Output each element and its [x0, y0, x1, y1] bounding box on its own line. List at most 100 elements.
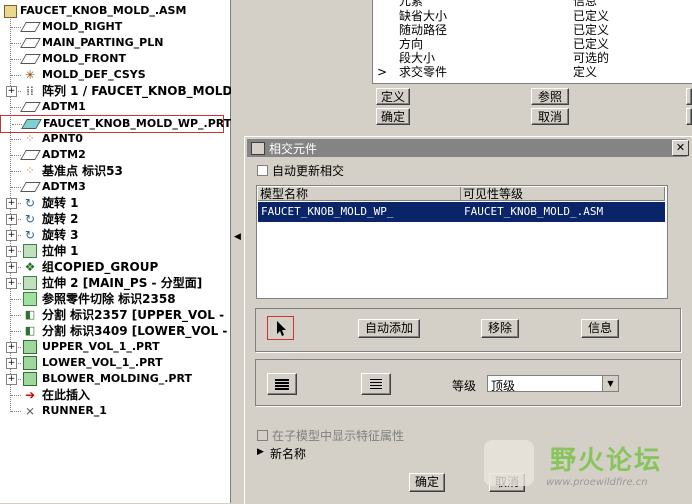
list-item[interactable]: FAUCET_KNOB_MOLD_WP_ FAUCET_KNOB_MOLD_.A… — [258, 202, 665, 222]
expand-triangle-icon[interactable]: ▶ — [257, 447, 264, 457]
ok-button[interactable]: 确定 — [409, 473, 445, 492]
tree-item[interactable]: 参照零件切除 标识2358 — [0, 291, 229, 307]
tree-item-label: ADTM1 — [42, 100, 86, 113]
new-name-label[interactable]: 新名称 — [270, 445, 306, 462]
part-icon — [22, 356, 38, 370]
tree-item[interactable]: + ↻ 旋转 3 — [0, 227, 229, 243]
expand-toggle-icon[interactable]: + — [6, 86, 17, 97]
tree-item[interactable]: ➔ 在此插入 — [0, 387, 229, 403]
expand-all-button[interactable] — [267, 373, 297, 395]
row-info: 已定义 — [573, 23, 610, 37]
tree-branch-line — [12, 124, 22, 125]
tree-item[interactable]: ◧ 分割 标识2357 [UPPER_VOL - — [0, 307, 229, 323]
tree-item[interactable]: + ❖ 组COPIED_GROUP — [0, 259, 229, 275]
ok-button-top[interactable]: 确定 — [376, 108, 410, 125]
column-model-name[interactable]: 模型名称 — [258, 187, 461, 201]
tree-item[interactable]: ◧ 分割 标识3409 [LOWER_VOL - — [0, 323, 229, 339]
expand-toggle-icon[interactable]: + — [6, 198, 17, 209]
expand-toggle-icon[interactable]: + — [6, 358, 17, 369]
tree-item[interactable]: ADTM1 — [0, 99, 229, 115]
tree-branch-line — [11, 171, 21, 172]
tree-item[interactable]: FAUCET_KNOB_MOLD_.ASM — [0, 3, 229, 19]
model-tree[interactable]: FAUCET_KNOB_MOLD_.ASM MOLD_RIGHT MAIN_PART… — [0, 0, 243, 503]
column-visibility-level[interactable]: 可见性等级 — [461, 187, 665, 201]
tree-branch-line — [11, 299, 21, 300]
tree-item[interactable]: + BLOWER_MOLDING_.PRT — [0, 371, 229, 387]
expand-toggle-icon[interactable]: + — [6, 262, 17, 273]
panel-splitter[interactable]: ◀ — [231, 0, 242, 503]
tree-item-label: ADTM2 — [42, 148, 86, 161]
show-props-checkbox — [257, 430, 268, 441]
tree-item[interactable]: + 拉伸 2 [MAIN_PS - 分型面] — [0, 275, 229, 291]
info-button[interactable]: 信息 — [581, 319, 619, 338]
tree-item[interactable]: + ↻ 旋转 1 — [0, 195, 229, 211]
tree-item[interactable]: MOLD_FRONT — [0, 51, 229, 67]
tree-item[interactable]: + ↻ 旋转 2 — [0, 211, 229, 227]
tree-branch-line — [11, 75, 21, 76]
revolve-icon: ↻ — [24, 228, 36, 242]
part-icon — [22, 340, 38, 354]
define-button[interactable]: 定义 — [376, 88, 410, 105]
expand-toggle-icon[interactable]: + — [6, 342, 17, 353]
component-list[interactable]: 模型名称 可见性等级 FAUCET_KNOB_MOLD_WP_ FAUCET_K… — [256, 185, 668, 299]
datum-plane-icon — [19, 148, 41, 162]
tree-item[interactable]: + 拉伸 1 — [0, 243, 229, 259]
group-icon: ❖ — [24, 260, 36, 274]
tree-item[interactable]: ADTM3 — [0, 179, 229, 195]
tree-item-label: 分割 标识3409 [LOWER_VOL - — [42, 324, 228, 338]
forum-watermark: 野火论坛 www.proewildfire.cn — [480, 436, 686, 496]
dropdown-arrow-icon[interactable]: ▼ — [602, 376, 618, 391]
expand-toggle-icon[interactable]: + — [6, 230, 17, 241]
tree-branch-line — [11, 27, 21, 28]
revolve-icon: ↻ — [24, 196, 36, 210]
assembly-icon — [2, 4, 18, 18]
insert-here-icon: ➔ — [24, 388, 36, 402]
dialog-title: 相交元件 — [269, 142, 318, 156]
collapse-arrow-icon[interactable]: ◀ — [234, 232, 241, 242]
tree-item[interactable]: ⨯ RUNNER_1 — [0, 403, 229, 419]
tree-item-label: 旋转 2 — [42, 212, 79, 226]
expand-toggle-icon[interactable]: + — [6, 246, 17, 257]
tree-item[interactable]: MAIN_PARTING_PLN — [0, 35, 229, 51]
tree-item-label: 阵列 1 / FAUCET_KNOB_MOLD_I — [42, 84, 243, 98]
datum-plane-icon — [19, 20, 41, 34]
collapse-all-button[interactable] — [361, 373, 391, 395]
tree-item-label: 旋转 1 — [42, 196, 79, 210]
tree-item-label: 拉伸 2 [MAIN_PS - 分型面] — [42, 276, 203, 290]
tree-item[interactable]: + ⁞⁞ 阵列 1 / FAUCET_KNOB_MOLD_I — [0, 83, 243, 99]
reference-button[interactable]: 参照 — [531, 88, 569, 105]
clipped-button[interactable] — [686, 108, 692, 125]
tree-item[interactable]: + LOWER_VOL_1_.PRT — [0, 355, 229, 371]
expand-toggle-icon[interactable]: + — [6, 278, 17, 289]
header-element: 元素 — [399, 0, 424, 8]
tree-branch-line — [11, 139, 21, 140]
select-cursor-button[interactable] — [267, 316, 294, 340]
row-name: 随动路径 — [399, 23, 448, 37]
level-select[interactable]: 顶级 ▼ — [487, 375, 619, 393]
tree-item[interactable]: MOLD_RIGHT — [0, 19, 229, 35]
datum-plane-icon — [19, 52, 41, 66]
row-info: 可选的 — [573, 51, 610, 65]
tree-branch-line — [11, 187, 21, 188]
row-info: 定义 — [573, 65, 598, 79]
remove-button[interactable]: 移除 — [481, 319, 519, 338]
expand-toggle-icon[interactable]: + — [6, 374, 17, 385]
runner-icon: ⨯ — [24, 404, 36, 418]
tree-item-label: 基准点 标识53 — [42, 164, 123, 178]
clipped-button[interactable] — [686, 88, 692, 105]
tree-branch-line — [11, 155, 21, 156]
watermark-text: 野火论坛 — [550, 446, 663, 476]
tree-item[interactable]: ⁘ 基准点 标识53 — [0, 163, 229, 179]
tree-item[interactable]: ⁘ APNT0 — [0, 131, 229, 147]
tree-item[interactable]: + UPPER_VOL_1_.PRT — [0, 339, 229, 355]
tree-item-label: FAUCET_KNOB_MOLD_WP_.PRT — [43, 117, 232, 130]
tree-item-label: LOWER_VOL_1_.PRT — [42, 356, 163, 369]
expand-toggle-icon[interactable]: + — [6, 214, 17, 225]
cancel-button-top[interactable]: 取消 — [531, 108, 569, 125]
auto-update-checkbox[interactable] — [257, 165, 268, 176]
auto-add-button[interactable]: 自动添加 — [358, 319, 420, 338]
tree-item[interactable]: ADTM2 — [0, 147, 229, 163]
tree-item[interactable]: ✳ MOLD_DEF_CSYS — [0, 67, 229, 83]
dialog-titlebar[interactable]: 相交元件 ✕ — [247, 139, 689, 157]
close-icon[interactable]: ✕ — [672, 140, 689, 156]
